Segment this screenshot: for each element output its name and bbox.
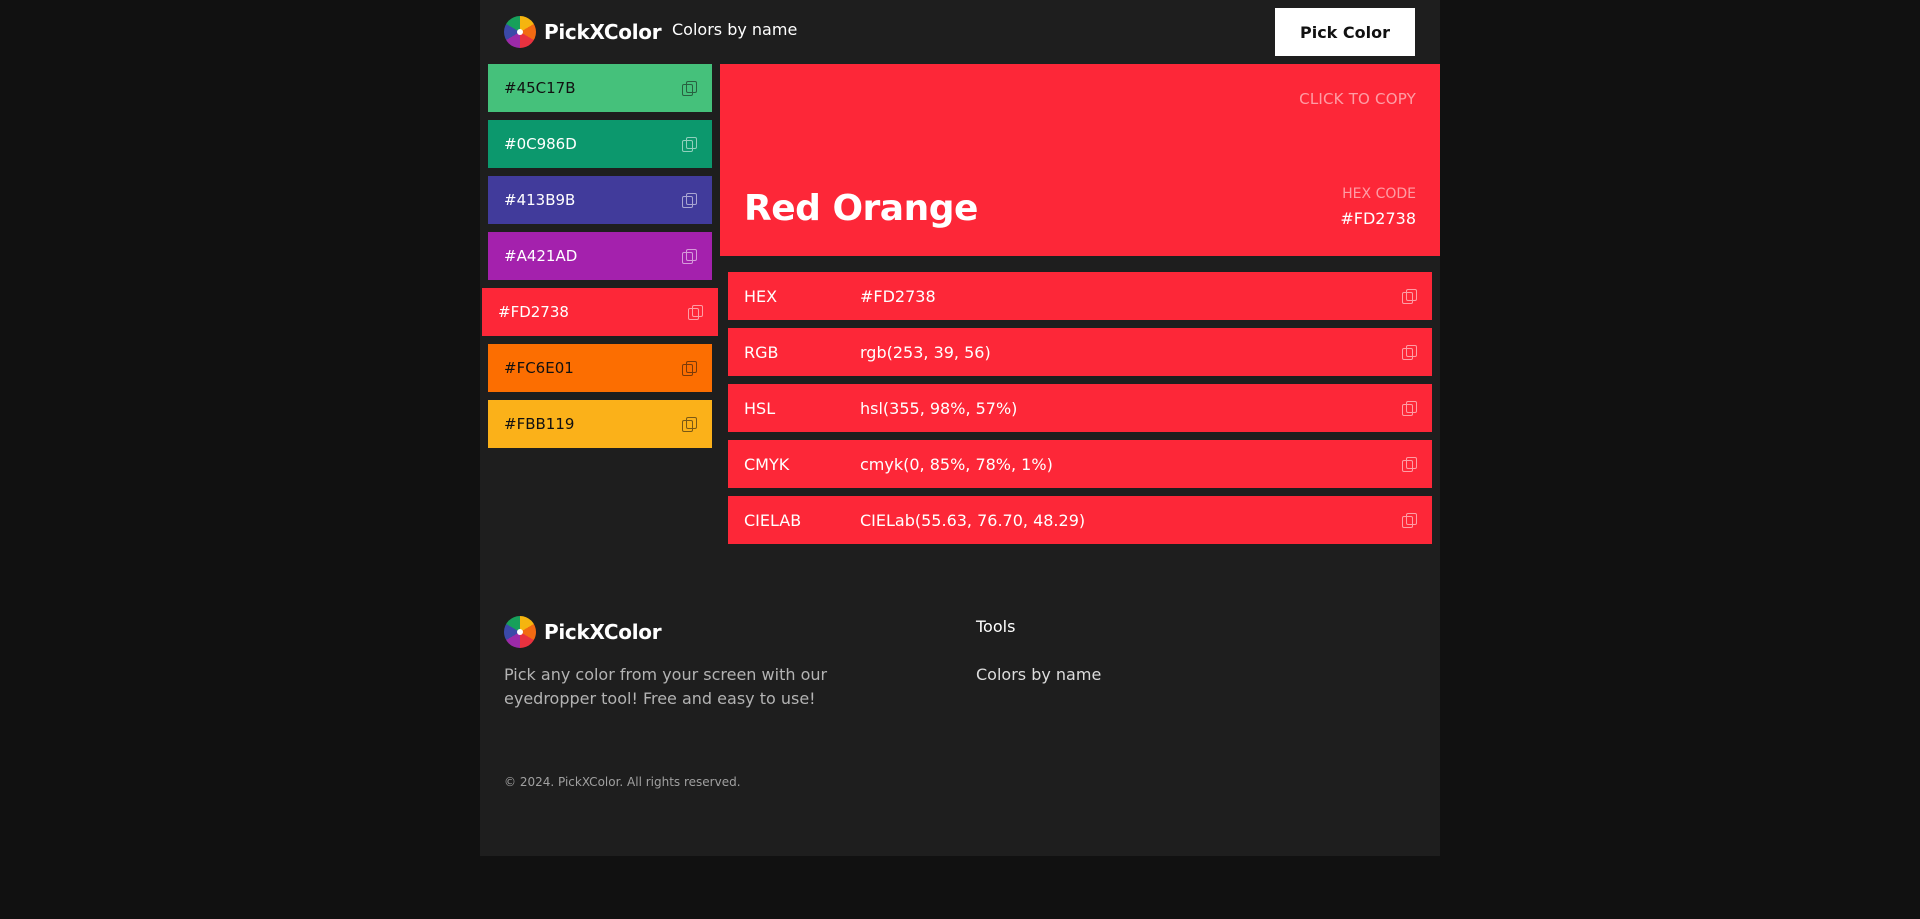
copy-icon[interactable]: [682, 137, 697, 152]
format-label: RGB: [744, 342, 779, 362]
format-label: HSL: [744, 398, 776, 418]
copy-icon[interactable]: [1402, 513, 1417, 528]
footer-description: Pick any color from your screen with our…: [504, 665, 828, 708]
format-label: CMYK: [744, 454, 790, 474]
swatch-hex: #FBB119: [504, 415, 575, 433]
brand-name: PickXColor: [544, 20, 662, 44]
swatch-hex: #FC6E01: [504, 359, 574, 377]
copy-icon[interactable]: [682, 193, 697, 208]
swatch-hex: #413B9B: [504, 191, 576, 209]
copy-icon[interactable]: [682, 361, 697, 376]
copy-icon[interactable]: [682, 417, 697, 432]
format-label: HEX: [744, 286, 778, 306]
format-value: CIELab(55.63, 76.70, 48.29): [860, 510, 1086, 530]
header: PickXColor Colors by name Pick Color: [480, 0, 1440, 64]
copyright-text: © 2024. PickXColor. All rights reserved.: [504, 775, 741, 789]
format-value: cmyk(0, 85%, 78%, 1%): [860, 454, 1053, 474]
format-value: #FD2738: [860, 286, 936, 306]
swatch-hex: #A421AD: [504, 247, 578, 265]
swatch-item[interactable]: #413B9B: [488, 176, 712, 224]
swatch-item[interactable]: #FBB119: [488, 400, 712, 448]
copy-icon[interactable]: [1402, 401, 1417, 416]
hex-code-label: HEX CODE: [1342, 186, 1416, 202]
format-label: CIELAB: [744, 510, 802, 530]
hex-code-value: #FD2738: [1340, 209, 1416, 228]
copy-icon[interactable]: [1402, 289, 1417, 304]
logo[interactable]: PickXColor: [504, 16, 662, 48]
copy-icon[interactable]: [1402, 345, 1417, 360]
format-value: hsl(355, 98%, 57%): [860, 398, 1018, 418]
footer-logo[interactable]: PickXColor: [504, 616, 662, 648]
swatch-hex: #0C986D: [504, 135, 577, 153]
swatch-item[interactable]: #0C986D: [488, 120, 712, 168]
format-row-hsl[interactable]: HSL hsl(355, 98%, 57%): [728, 384, 1432, 432]
color-wheel-icon: [504, 616, 536, 648]
copy-icon[interactable]: [682, 249, 697, 264]
pick-color-button[interactable]: Pick Color: [1275, 8, 1415, 56]
nav-colors-by-name[interactable]: Colors by name: [672, 20, 797, 39]
format-row-cmyk[interactable]: CMYK cmyk(0, 85%, 78%, 1%): [728, 440, 1432, 488]
format-row-cielab[interactable]: CIELAB CIELab(55.63, 76.70, 48.29): [728, 496, 1432, 544]
footer-brand-name: PickXColor: [544, 620, 662, 644]
copy-icon[interactable]: [688, 305, 703, 320]
format-row-hex[interactable]: HEX #FD2738: [728, 272, 1432, 320]
click-to-copy-hint: CLICK TO COPY: [1299, 90, 1416, 108]
swatch-item[interactable]: #A421AD: [488, 232, 712, 280]
footer-tools-heading: Tools: [976, 617, 1016, 636]
color-name: Red Orange: [744, 188, 978, 229]
swatch-item-active[interactable]: #FD2738: [482, 288, 718, 336]
swatch-item[interactable]: #45C17B: [488, 64, 712, 112]
page-container: PickXColor Colors by name Pick Color #45…: [480, 0, 1440, 856]
swatch-hex: #45C17B: [504, 79, 576, 97]
swatch-hex: #FD2738: [498, 303, 569, 321]
swatch-item[interactable]: #FC6E01: [488, 344, 712, 392]
copy-icon[interactable]: [682, 81, 697, 96]
format-row-rgb[interactable]: RGB rgb(253, 39, 56): [728, 328, 1432, 376]
copy-icon[interactable]: [1402, 457, 1417, 472]
color-preview-panel[interactable]: CLICK TO COPY Red Orange HEX CODE #FD273…: [720, 64, 1440, 256]
color-wheel-icon: [504, 16, 536, 48]
footer-link-colors-by-name[interactable]: Colors by name: [976, 665, 1101, 684]
format-value: rgb(253, 39, 56): [860, 342, 991, 362]
